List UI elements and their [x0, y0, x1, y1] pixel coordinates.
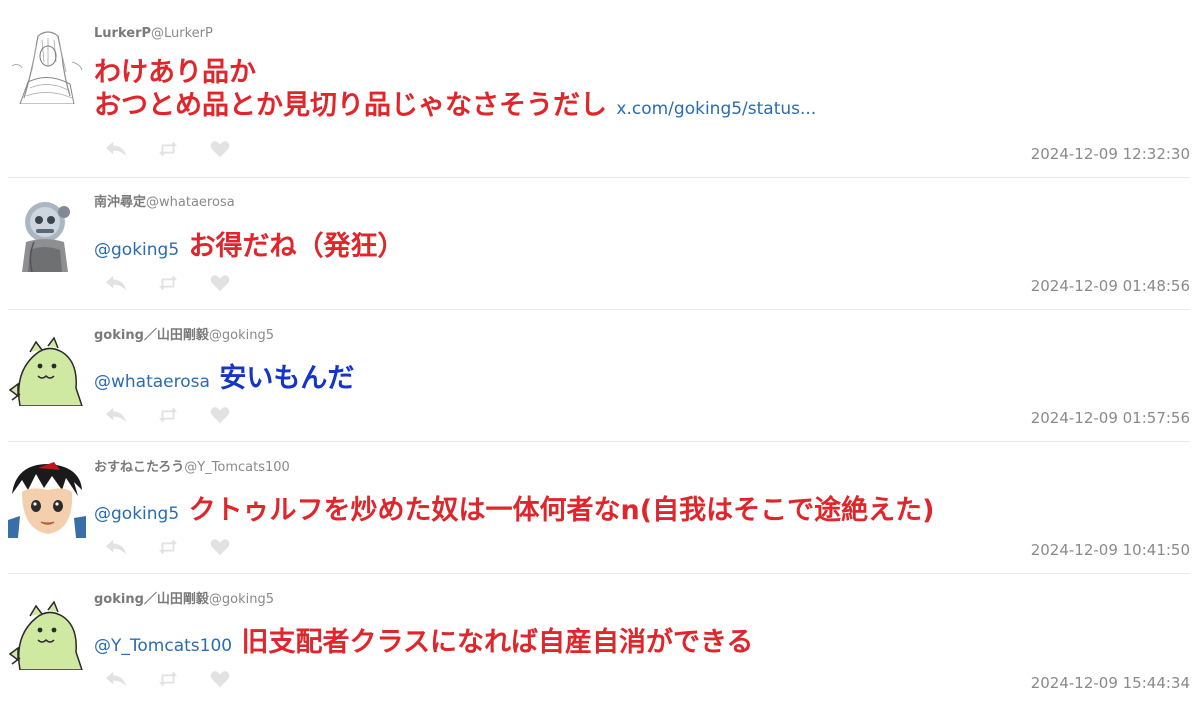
tweet-item: 南沖尋定@whataerosa @goking5 お得だね（発狂） 2024-1… [0, 178, 1200, 309]
tweet-item: おすねこたろう@Y_Tomcats100 @goking5 クトゥルフを炒めた奴… [0, 442, 1200, 573]
reply-icon [106, 539, 126, 555]
user-handle[interactable]: @LurkerP [151, 26, 213, 41]
user-name[interactable]: 南沖尋定 [94, 195, 146, 210]
like-button[interactable] [208, 536, 232, 558]
user-handle[interactable]: @whataerosa [146, 195, 235, 210]
tweet-feed: LurkerP@LurkerP わけあり品か おつとめ品とか見切り品じゃなさそう… [0, 0, 1200, 704]
green-creature-avatar[interactable] [8, 592, 86, 670]
tweet-text-segment: 安いもんだ [219, 363, 355, 394]
tweet-link[interactable]: x.com/goking5/status... [616, 99, 816, 119]
reply-icon [106, 275, 126, 291]
tweet-text: @goking5 クトゥルフを炒めた奴は一体何者なn(自我はそこで途絶えた) [94, 494, 1190, 531]
like-icon [210, 539, 230, 556]
retweet-button[interactable] [156, 404, 180, 426]
retweet-icon [158, 275, 178, 291]
reply-icon [106, 141, 126, 157]
retweet-button[interactable] [156, 536, 180, 558]
user-name[interactable]: goking／山田剛毅 [94, 328, 209, 343]
retweet-icon [158, 539, 178, 555]
retweet-icon [158, 407, 178, 423]
mascot-figure-icon [8, 194, 86, 272]
tweet-item: goking／山田剛毅@goking5 @Y_Tomcats100 旧支配者クラ… [0, 574, 1200, 704]
tweet-text-segment: お得だね（発狂） [188, 231, 405, 262]
retweet-icon [158, 671, 178, 687]
like-icon [210, 141, 230, 158]
tweet-text-segment: 旧支配者クラスになれば自産自消ができる [241, 627, 754, 658]
tweet-text: @whataerosa 安いもんだ [94, 362, 1190, 399]
user-handle[interactable]: @goking5 [209, 592, 274, 607]
like-icon [210, 275, 230, 292]
user-name[interactable]: goking／山田剛毅 [94, 592, 209, 607]
tweet-item: LurkerP@LurkerP わけあり品か おつとめ品とか見切り品じゃなさそう… [0, 0, 1200, 176]
green-creature-avatar[interactable] [8, 328, 86, 406]
like-icon [210, 671, 230, 688]
user-handle[interactable]: @goking5 [209, 328, 274, 343]
mention-link[interactable]: @Y_Tomcats100 [94, 636, 232, 656]
tweet-timestamp[interactable]: 2024-12-09 15:44:34 [1031, 674, 1190, 692]
retweet-button[interactable] [156, 138, 180, 160]
like-icon [210, 407, 230, 424]
tweet-timestamp[interactable]: 2024-12-09 01:48:56 [1031, 277, 1190, 295]
tweet-item: goking／山田剛毅@goking5 @whataerosa 安いもんだ 20… [0, 310, 1200, 441]
tweet-text-segment: おつとめ品とか見切り品じゃなさそうだし [94, 90, 607, 121]
tweet-text-line: わけあり品か [94, 57, 256, 88]
reply-button[interactable] [104, 138, 128, 160]
mention-link[interactable]: @goking5 [94, 240, 179, 260]
mention-link[interactable]: @whataerosa [94, 372, 210, 392]
anime-boy-avatar[interactable] [8, 460, 86, 538]
green-creature-icon [8, 328, 86, 406]
user-name[interactable]: おすねこたろう [94, 460, 184, 475]
sketch-girl-avatar[interactable] [8, 26, 86, 104]
like-button[interactable] [208, 272, 232, 294]
tweet-text: @Y_Tomcats100 旧支配者クラスになれば自産自消ができる [94, 626, 1190, 663]
retweet-button[interactable] [156, 668, 180, 690]
tweet-header: 南沖尋定@whataerosa [94, 195, 235, 211]
tweet-header: LurkerP@LurkerP [94, 26, 213, 42]
tweet-timestamp[interactable]: 2024-12-09 01:57:56 [1031, 409, 1190, 427]
tweet-text: わけあり品か おつとめ品とか見切り品じゃなさそうだし x.com/goking5… [94, 56, 1190, 126]
tweet-header: おすねこたろう@Y_Tomcats100 [94, 460, 290, 476]
retweet-button[interactable] [156, 272, 180, 294]
anime-boy-icon [8, 460, 86, 538]
mascot-figure-avatar[interactable] [8, 194, 86, 272]
user-name[interactable]: LurkerP [94, 26, 151, 41]
reply-button[interactable] [104, 668, 128, 690]
tweet-text-line: おつとめ品とか見切り品じゃなさそうだし x.com/goking5/status… [94, 89, 1190, 126]
tweet-header: goking／山田剛毅@goking5 [94, 592, 274, 608]
tweet-text-segment: クトゥルフを炒めた奴は一体何者なn(自我はそこで途絶えた) [188, 495, 935, 526]
tweet-header: goking／山田剛毅@goking5 [94, 328, 274, 344]
reply-button[interactable] [104, 272, 128, 294]
like-button[interactable] [208, 404, 232, 426]
user-handle[interactable]: @Y_Tomcats100 [184, 460, 290, 475]
tweet-text: @goking5 お得だね（発狂） [94, 230, 1190, 267]
reply-button[interactable] [104, 536, 128, 558]
sketch-girl-icon [8, 26, 86, 104]
retweet-icon [158, 141, 178, 157]
reply-icon [106, 671, 126, 687]
reply-icon [106, 407, 126, 423]
like-button[interactable] [208, 668, 232, 690]
reply-button[interactable] [104, 404, 128, 426]
like-button[interactable] [208, 138, 232, 160]
tweet-timestamp[interactable]: 2024-12-09 12:32:30 [1031, 145, 1190, 163]
green-creature-icon [8, 592, 86, 670]
mention-link[interactable]: @goking5 [94, 504, 179, 524]
tweet-timestamp[interactable]: 2024-12-09 10:41:50 [1031, 541, 1190, 559]
